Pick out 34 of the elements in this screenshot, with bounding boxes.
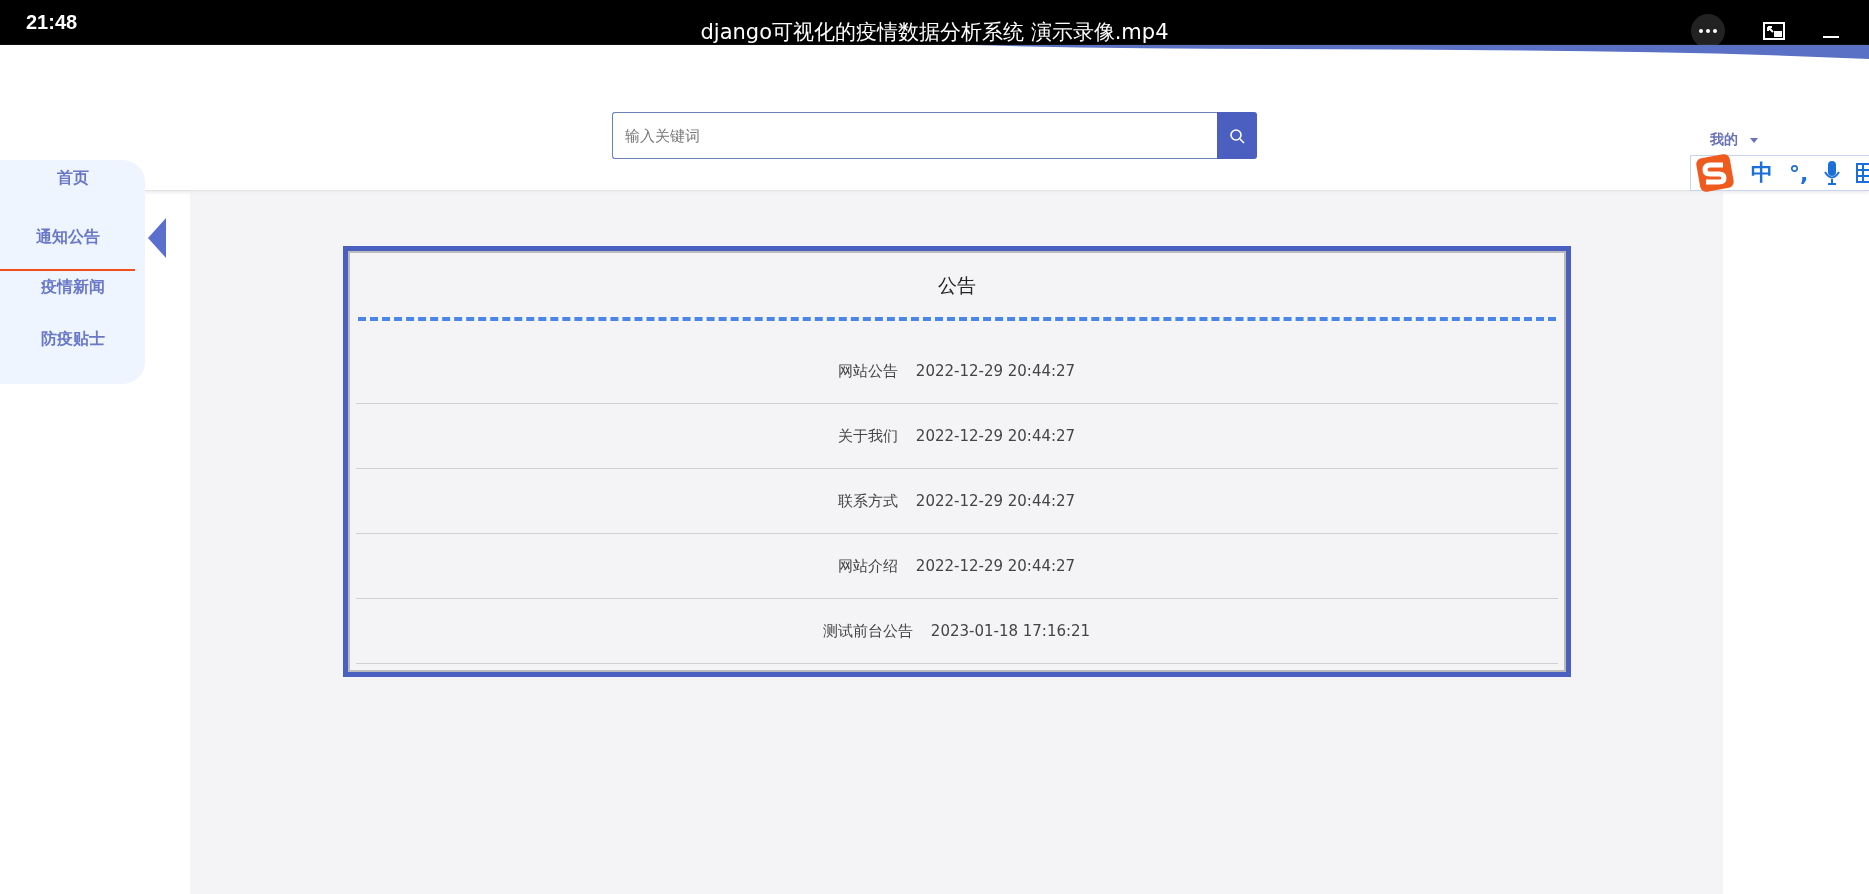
more-icon[interactable] xyxy=(1691,13,1725,48)
search-button[interactable] xyxy=(1217,112,1257,159)
notice-time: 2022-12-29 20:44:27 xyxy=(915,492,1076,510)
panel-title: 公告 xyxy=(936,273,977,298)
sidebar-item[interactable]: 疫情新闻 xyxy=(40,271,105,304)
notice-title: 关于我们 xyxy=(837,426,898,446)
ime-logo-icon[interactable] xyxy=(1695,153,1735,193)
sidebar-item[interactable]: 防疫贴士 xyxy=(40,323,105,356)
video-title: django可视化的疫情数据分析系统 演示录像.mp4 xyxy=(699,19,1170,46)
clock-time: 21:48 xyxy=(26,11,78,34)
notice-row[interactable]: 联系方式 2022-12-29 20:44:27 xyxy=(355,469,1558,534)
sidebar-item[interactable]: 首页 xyxy=(56,162,89,195)
microphone-icon[interactable] xyxy=(1824,161,1841,185)
search-field[interactable]: 输入关键词 xyxy=(612,112,1217,159)
notice-row[interactable]: 网站介绍 2022-12-29 20:44:27 xyxy=(355,534,1558,599)
notice-title: 网站介绍 xyxy=(837,556,898,576)
notice-time: 2023-01-18 17:16:21 xyxy=(930,622,1091,640)
ime-punctuation[interactable]: °, xyxy=(1789,160,1809,186)
search-icon xyxy=(1229,127,1245,144)
notice-row[interactable]: 关于我们 2022-12-29 20:44:27 xyxy=(355,404,1558,469)
keyboard-icon[interactable] xyxy=(1856,163,1869,183)
notice-time: 2022-12-29 20:44:27 xyxy=(915,362,1076,380)
picture-in-picture-icon[interactable] xyxy=(1763,21,1785,40)
ime-mode[interactable]: 中 xyxy=(1751,158,1773,188)
sidebar-item[interactable]: 通知公告 xyxy=(0,218,135,271)
notice-time: 2022-12-29 20:44:27 xyxy=(915,557,1076,575)
notice-row[interactable]: 测试前台公告 2023-01-18 17:16:21 xyxy=(355,599,1558,664)
selected-triangle-icon xyxy=(148,218,166,258)
notice-title: 网站公告 xyxy=(837,361,898,381)
user-menu[interactable]: 我的 xyxy=(1710,131,1758,149)
notice-row[interactable]: 网站公告 2022-12-29 20:44:27 xyxy=(355,339,1558,404)
notice-title: 联系方式 xyxy=(837,491,898,511)
notice-time: 2022-12-29 20:44:27 xyxy=(915,427,1076,445)
notice-title: 测试前台公告 xyxy=(822,621,913,641)
